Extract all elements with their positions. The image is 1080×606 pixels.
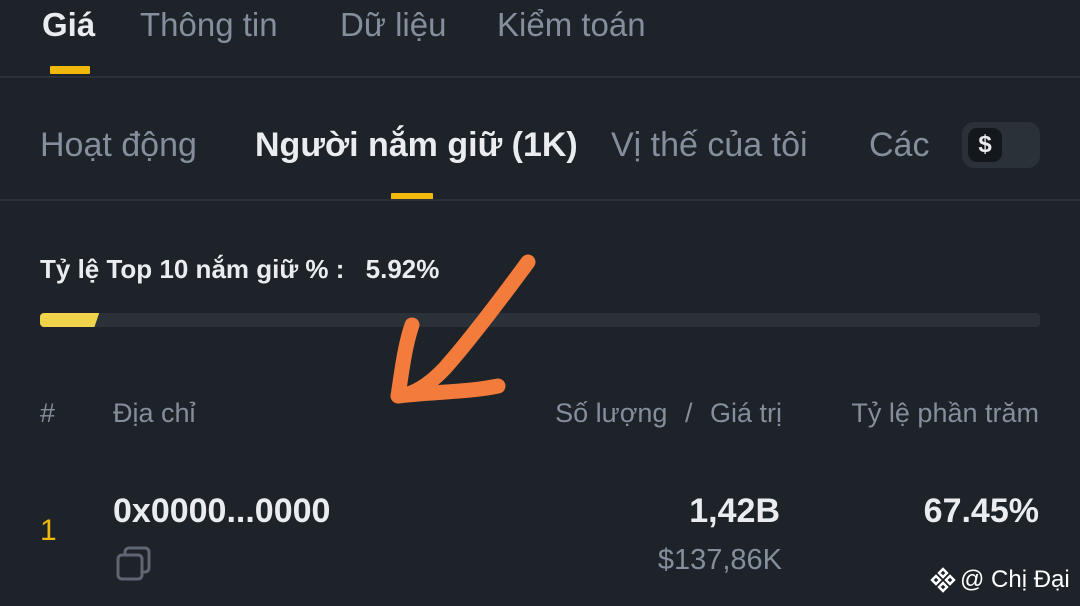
binance-logo-icon — [930, 567, 956, 593]
watermark-text: @ Chị Đại — [960, 566, 1070, 593]
watermark: @ Chị Đại — [930, 566, 1070, 594]
annotation-arrow-icon — [390, 254, 536, 404]
